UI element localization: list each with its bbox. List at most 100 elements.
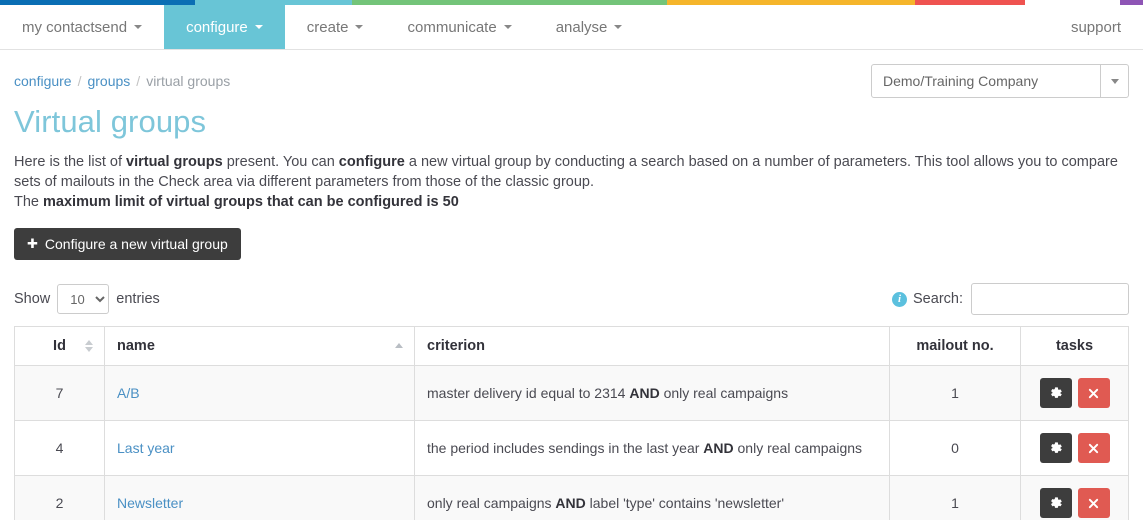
nav-item-communicate[interactable]: communicate bbox=[385, 5, 533, 49]
configure-button-label: Configure a new virtual group bbox=[44, 236, 228, 252]
cell-criterion: the period includes sendings in the last… bbox=[414, 420, 890, 476]
cell-name: A/B bbox=[104, 365, 415, 421]
search-control: i Search: bbox=[892, 283, 1129, 315]
table-row: 7 A/B master delivery id equal to 2314 AND… bbox=[14, 365, 1129, 421]
criterion-part-2: only real campaigns bbox=[659, 385, 789, 401]
caret-down-icon bbox=[614, 25, 623, 29]
table-head: Id name criterion mailout no. tasks bbox=[14, 326, 1129, 366]
gear-icon bbox=[1049, 441, 1063, 455]
settings-button[interactable] bbox=[1039, 433, 1072, 463]
close-icon bbox=[1087, 442, 1100, 455]
description-part-1: maximum limit of virtual groups that can… bbox=[43, 194, 459, 210]
close-icon bbox=[1087, 387, 1100, 400]
table-body: 7 A/B master delivery id equal to 2314 AND… bbox=[14, 365, 1129, 520]
breadcrumb: configure / groups / virtual groups bbox=[14, 73, 230, 89]
description-part-0: Here is the list of bbox=[14, 154, 127, 170]
nav-item-configure[interactable]: configure bbox=[164, 5, 285, 49]
cell-criterion: master delivery id equal to 2314 AND onl… bbox=[414, 365, 890, 421]
nav-item-label: create bbox=[306, 18, 349, 36]
nav-item-create[interactable]: create bbox=[285, 5, 386, 49]
search-input[interactable] bbox=[971, 283, 1129, 315]
criterion-part-0: master delivery id equal to 2314 bbox=[427, 385, 630, 401]
nav-item-label: analyse bbox=[555, 18, 608, 36]
virtual-group-link[interactable]: Newsletter bbox=[117, 495, 183, 511]
column-header-tasks[interactable]: tasks bbox=[1020, 326, 1129, 366]
page-length-select[interactable]: 102550100 bbox=[57, 284, 110, 314]
description-part-2: present. You can bbox=[222, 154, 339, 170]
breadcrumb-item-virtual-groups: virtual groups bbox=[146, 73, 231, 89]
caret-down-icon bbox=[254, 25, 263, 29]
caret-down-icon bbox=[503, 25, 512, 29]
sort-ascending-icon bbox=[395, 339, 404, 353]
main-navigation: my contactsend configure create communicate… bbox=[0, 5, 1143, 50]
nav-item-label: communicate bbox=[407, 18, 497, 36]
breadcrumb-row: configure / groups / virtual groups Demo/Tra… bbox=[0, 50, 1143, 98]
breadcrumb-item-configure[interactable]: configure bbox=[14, 73, 72, 89]
settings-button[interactable] bbox=[1039, 488, 1072, 518]
nav-item-support[interactable]: support bbox=[1049, 5, 1143, 49]
close-icon bbox=[1087, 497, 1100, 510]
column-header-name[interactable]: name bbox=[104, 326, 415, 366]
page-content: Virtual groups Here is the list of virtu… bbox=[0, 104, 1143, 520]
cell-mailout-no: 1 bbox=[889, 475, 1021, 520]
nav-item-my-contactsend[interactable]: my contactsend bbox=[0, 5, 164, 49]
configure-new-virtual-group-button[interactable]: ✚ Configure a new virtual group bbox=[14, 228, 241, 260]
cell-tasks bbox=[1020, 420, 1129, 476]
column-header-label: tasks bbox=[1055, 338, 1094, 354]
criterion-part-0: only real campaigns bbox=[427, 495, 556, 511]
plus-icon: ✚ bbox=[27, 236, 38, 251]
search-label: Search: bbox=[913, 291, 963, 307]
delete-button[interactable] bbox=[1077, 378, 1110, 408]
sort-both-icon bbox=[85, 339, 94, 353]
page-length-control: Show 102550100 entries bbox=[14, 284, 160, 314]
entries-label: entries bbox=[116, 291, 160, 307]
cell-name: Last year bbox=[104, 420, 415, 476]
cell-criterion: only real campaigns AND label 'type' con… bbox=[414, 475, 890, 520]
column-header-criterion[interactable]: criterion bbox=[414, 326, 890, 366]
page-title: Virtual groups bbox=[14, 104, 207, 139]
cell-tasks bbox=[1020, 365, 1129, 421]
column-header-mailout[interactable]: mailout no. bbox=[889, 326, 1021, 366]
nav-item-label: support bbox=[1070, 18, 1121, 36]
column-header-label: criterion bbox=[427, 338, 486, 354]
delete-button[interactable] bbox=[1077, 488, 1110, 518]
column-header-label: Id bbox=[53, 338, 66, 354]
description-line-1: Here is the list of virtual groups prese… bbox=[14, 152, 1129, 192]
cell-id: 7 bbox=[14, 365, 105, 421]
page-description: Here is the list of virtual groups prese… bbox=[14, 152, 1129, 212]
criterion-part-1: AND bbox=[555, 495, 586, 511]
company-selector[interactable]: Demo/Training Company bbox=[871, 64, 1129, 98]
gear-icon bbox=[1049, 496, 1063, 510]
delete-button[interactable] bbox=[1077, 433, 1110, 463]
breadcrumb-separator: / bbox=[77, 73, 82, 89]
virtual-group-link[interactable]: A/B bbox=[117, 385, 140, 401]
criterion-part-1: AND bbox=[629, 385, 660, 401]
cell-mailout-no: 1 bbox=[889, 365, 1021, 421]
gear-icon bbox=[1049, 386, 1063, 400]
column-header-label: name bbox=[117, 338, 155, 354]
column-header-id[interactable]: Id bbox=[14, 326, 105, 366]
nav-item-label: configure bbox=[186, 18, 248, 36]
description-line-2: The maximum limit of virtual groups that… bbox=[14, 192, 1129, 212]
nav-item-label: my contactsend bbox=[22, 18, 128, 36]
description-part-3: configure bbox=[338, 154, 405, 170]
info-icon[interactable]: i bbox=[892, 291, 908, 307]
criterion-part-1: AND bbox=[703, 440, 734, 456]
caret-down-icon bbox=[134, 25, 143, 29]
virtual-groups-table: Id name criterion mailout no. tasks 7 A/B mast… bbox=[14, 326, 1129, 520]
column-header-label: mailout no. bbox=[916, 338, 994, 354]
table-row: 4 Last year the period includes sendings i… bbox=[14, 420, 1129, 476]
chevron-down-icon bbox=[1100, 65, 1128, 97]
criterion-part-2: only real campaigns bbox=[733, 440, 863, 456]
breadcrumb-item-groups[interactable]: groups bbox=[87, 73, 130, 89]
nav-item-analyse[interactable]: analyse bbox=[534, 5, 645, 49]
virtual-group-link[interactable]: Last year bbox=[117, 440, 175, 456]
cell-id: 4 bbox=[14, 420, 105, 476]
criterion-part-2: label 'type' contains 'newsletter' bbox=[585, 495, 784, 511]
show-label: Show bbox=[14, 291, 51, 307]
cell-name: Newsletter bbox=[104, 475, 415, 520]
settings-button[interactable] bbox=[1039, 378, 1072, 408]
cell-tasks bbox=[1020, 475, 1129, 520]
breadcrumb-separator: / bbox=[136, 73, 141, 89]
